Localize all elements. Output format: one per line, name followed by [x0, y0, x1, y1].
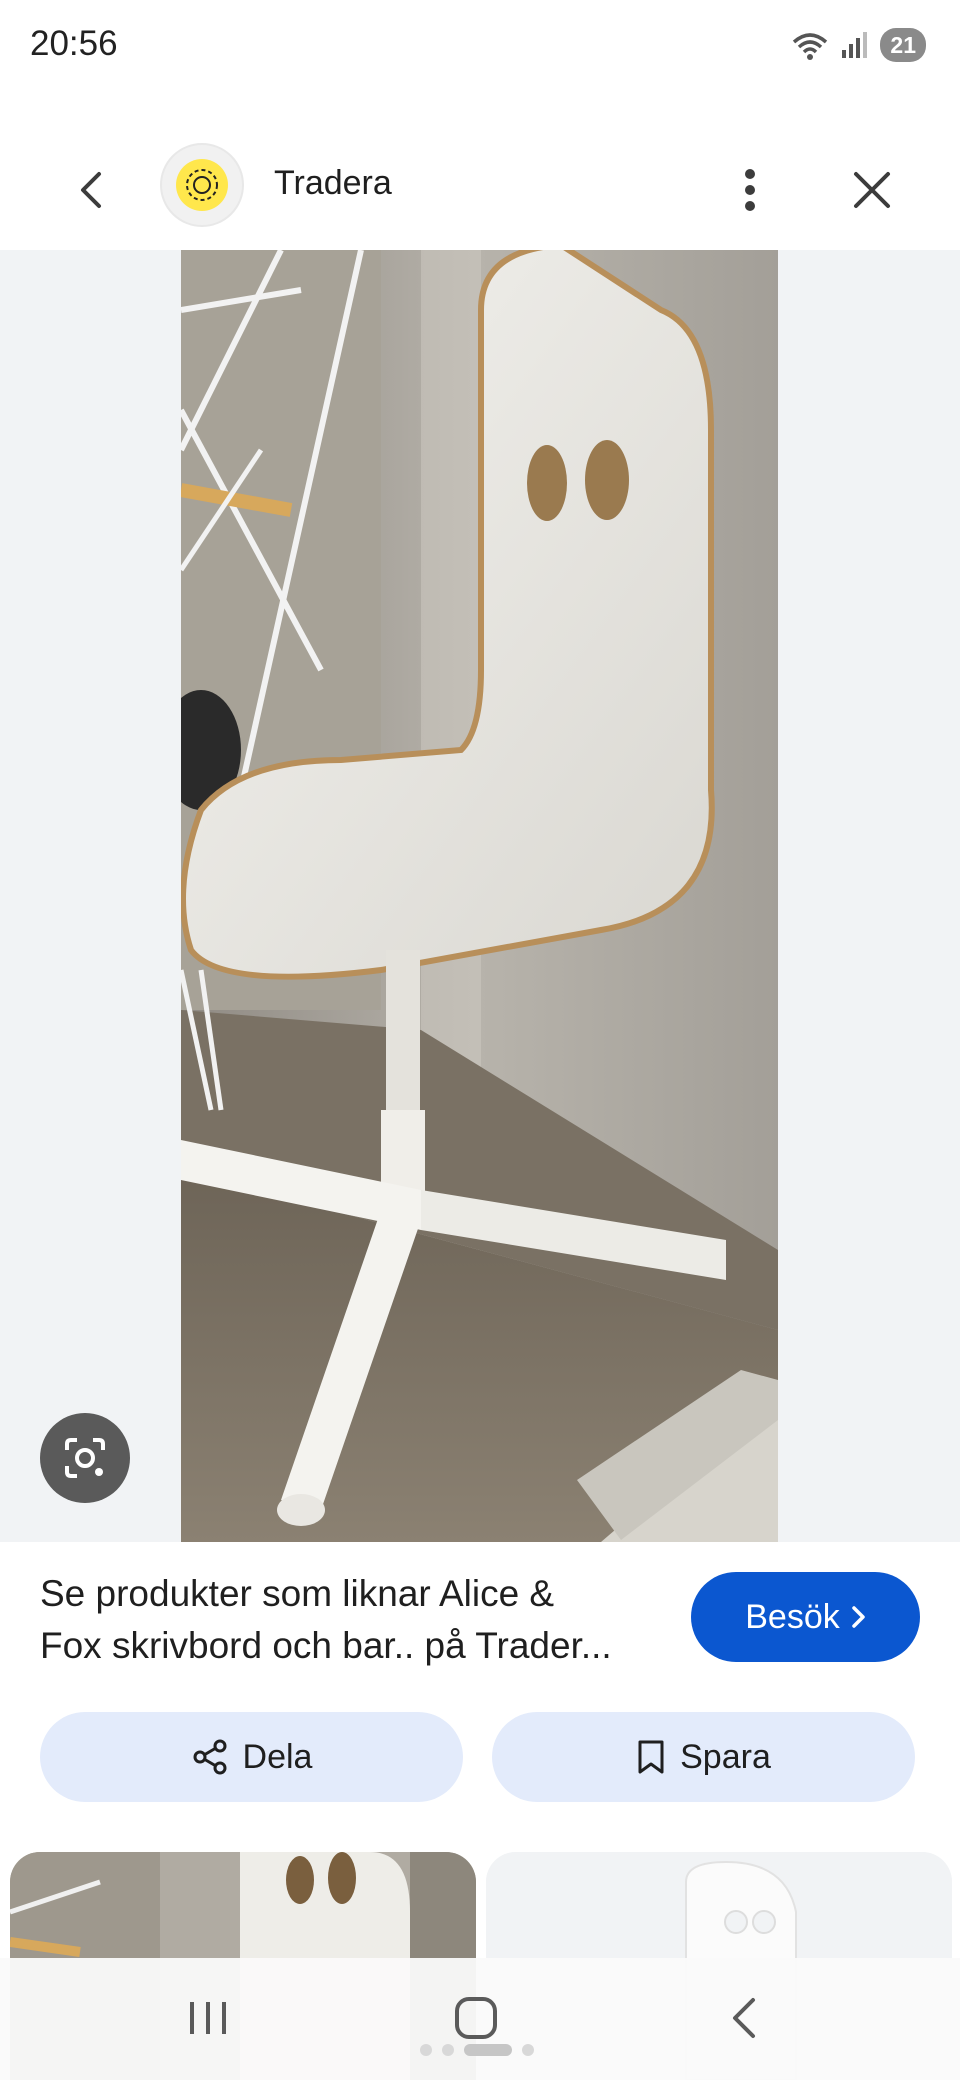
- result-info: Se produkter som liknar Alice & Fox skri…: [0, 1542, 960, 1852]
- recent-apps-icon: [190, 2002, 226, 2034]
- chevron-left-icon: [81, 172, 101, 208]
- page-dot: [442, 2044, 454, 2056]
- more-vert-icon: [745, 169, 755, 211]
- page-dot: [522, 2044, 534, 2056]
- system-back-button[interactable]: [704, 1986, 784, 2050]
- signal-icon: [842, 32, 868, 58]
- bookmark-icon: [638, 1740, 664, 1774]
- wifi-icon: [793, 33, 828, 60]
- status-time: 20:56: [30, 24, 118, 63]
- site-logo[interactable]: [160, 143, 244, 227]
- site-name[interactable]: Tradera: [274, 164, 392, 203]
- system-navigation-bar: [0, 1958, 960, 2080]
- back-arrow-icon: [733, 1998, 755, 2038]
- share-button[interactable]: Dela: [40, 1712, 463, 1802]
- page-dot: [420, 2044, 432, 2056]
- battery-indicator: 21: [880, 28, 926, 62]
- home-button[interactable]: [436, 1986, 516, 2050]
- google-lens-button[interactable]: [40, 1413, 130, 1503]
- share-icon: [193, 1739, 227, 1775]
- more-options-button[interactable]: [726, 160, 774, 220]
- chevron-right-icon: [852, 1606, 865, 1628]
- google-lens-icon: [65, 1438, 105, 1478]
- share-button-label: Dela: [242, 1737, 313, 1776]
- visit-button[interactable]: Besök: [691, 1572, 920, 1662]
- visit-button-label: Besök: [745, 1597, 840, 1636]
- status-icons: 21: [790, 28, 926, 62]
- page-indicator: [420, 2044, 534, 2056]
- close-button[interactable]: [842, 160, 902, 220]
- recent-apps-button[interactable]: [168, 1986, 248, 2050]
- home-icon: [455, 1997, 497, 2039]
- save-button[interactable]: Spara: [492, 1712, 915, 1802]
- status-bar: 20:56 21: [0, 0, 960, 96]
- viewer-header: Tradera: [0, 130, 960, 250]
- close-icon: [854, 172, 890, 208]
- save-button-label: Spara: [680, 1737, 771, 1776]
- back-button[interactable]: [64, 162, 120, 218]
- image-viewer: [0, 250, 960, 1542]
- result-title-line-1: Se produkter som liknar Alice &: [40, 1573, 555, 1614]
- result-title-line-2: Fox skrivbord och bar.. på Trader...: [40, 1625, 612, 1666]
- product-image[interactable]: [181, 250, 778, 1542]
- page-dot-active: [464, 2044, 512, 2056]
- tradera-logo-icon: [176, 159, 228, 211]
- result-title[interactable]: Se produkter som liknar Alice & Fox skri…: [40, 1568, 680, 1672]
